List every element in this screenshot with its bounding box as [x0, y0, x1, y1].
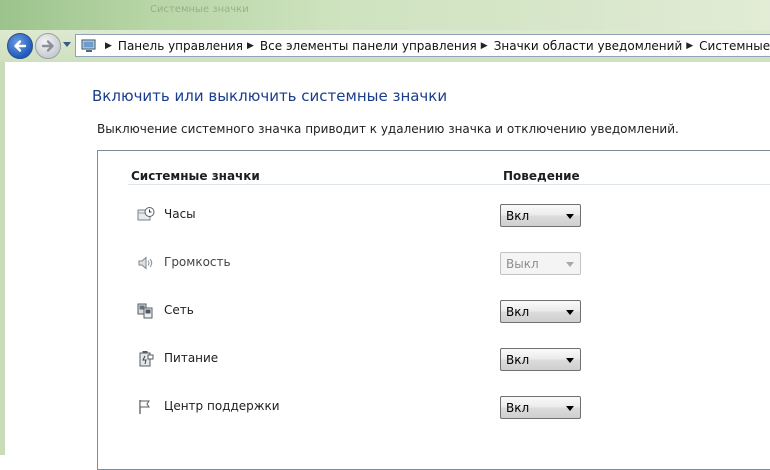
action-center-flag-icon — [139, 400, 150, 414]
behavior-select-power[interactable]: Вкл — [500, 348, 581, 371]
forward-button[interactable] — [35, 33, 61, 59]
window-title-bar: Системные значки — [0, 0, 770, 30]
list-item-network: Сеть Вкл — [0, 300, 770, 324]
row-label-volume: Громкость — [164, 255, 231, 269]
breadcrumb-separator-icon: ▶ — [105, 40, 112, 51]
forward-arrow-icon — [41, 40, 54, 52]
clock-icon — [137, 207, 155, 221]
select-value: Вкл — [506, 209, 530, 223]
computer-icon — [81, 39, 96, 52]
chevron-down-icon — [566, 214, 574, 219]
recent-pages-dropdown[interactable] — [63, 42, 71, 47]
behavior-select-action-center[interactable]: Вкл — [500, 396, 581, 419]
select-value: Вкл — [506, 305, 530, 319]
select-value: Выкл — [506, 257, 539, 271]
row-label-network: Сеть — [164, 303, 194, 317]
behavior-select-volume[interactable]: Выкл — [500, 252, 581, 275]
volume-icon — [138, 256, 153, 270]
power-icon — [139, 351, 154, 367]
back-arrow-icon — [14, 40, 27, 52]
window-title: Системные значки — [150, 4, 249, 15]
chevron-down-icon — [566, 262, 574, 267]
column-header-behavior: Поведение — [503, 169, 580, 183]
row-label-action-center: Центр поддержки — [164, 399, 280, 413]
select-value: Вкл — [506, 401, 530, 415]
chevron-down-icon — [566, 406, 574, 411]
row-label-power: Питание — [164, 351, 219, 365]
chevron-down-icon — [566, 310, 574, 315]
breadcrumb-notification-icons[interactable]: Значки области уведомлений — [494, 39, 683, 53]
list-item-action-center: Центр поддержки Вкл — [0, 396, 770, 420]
breadcrumb-system-icons[interactable]: Системные значки — [699, 39, 770, 53]
column-header-system-icons: Системные значки — [131, 169, 260, 183]
navigation-bar: ▶ Панель управления ▶ Все элементы панел… — [0, 30, 770, 62]
row-label-clock: Часы — [164, 207, 196, 221]
address-bar[interactable]: ▶ Панель управления ▶ Все элементы панел… — [75, 34, 770, 57]
select-value: Вкл — [506, 353, 530, 367]
breadcrumb-separator-icon: ▶ — [480, 40, 488, 51]
page-description: Выключение системного значка приводит к … — [97, 122, 679, 136]
breadcrumb-separator-icon: ▶ — [686, 40, 694, 51]
list-item-clock: Часы Вкл — [0, 204, 770, 228]
list-item-power: Питание Вкл — [0, 348, 770, 372]
network-icon — [137, 303, 153, 319]
breadcrumb-control-panel[interactable]: Панель управления — [118, 39, 243, 53]
chevron-down-icon — [566, 358, 574, 363]
back-button[interactable] — [7, 33, 33, 59]
page-title: Включить или выключить системные значки — [92, 87, 448, 105]
header-divider — [128, 184, 770, 185]
breadcrumb-separator-icon: ▶ — [247, 40, 254, 51]
behavior-select-network[interactable]: Вкл — [500, 300, 581, 323]
behavior-select-clock[interactable]: Вкл — [500, 204, 581, 227]
list-item-volume: Громкость Выкл — [0, 252, 770, 276]
breadcrumb-all-items[interactable]: Все элементы панели управления — [260, 39, 477, 53]
